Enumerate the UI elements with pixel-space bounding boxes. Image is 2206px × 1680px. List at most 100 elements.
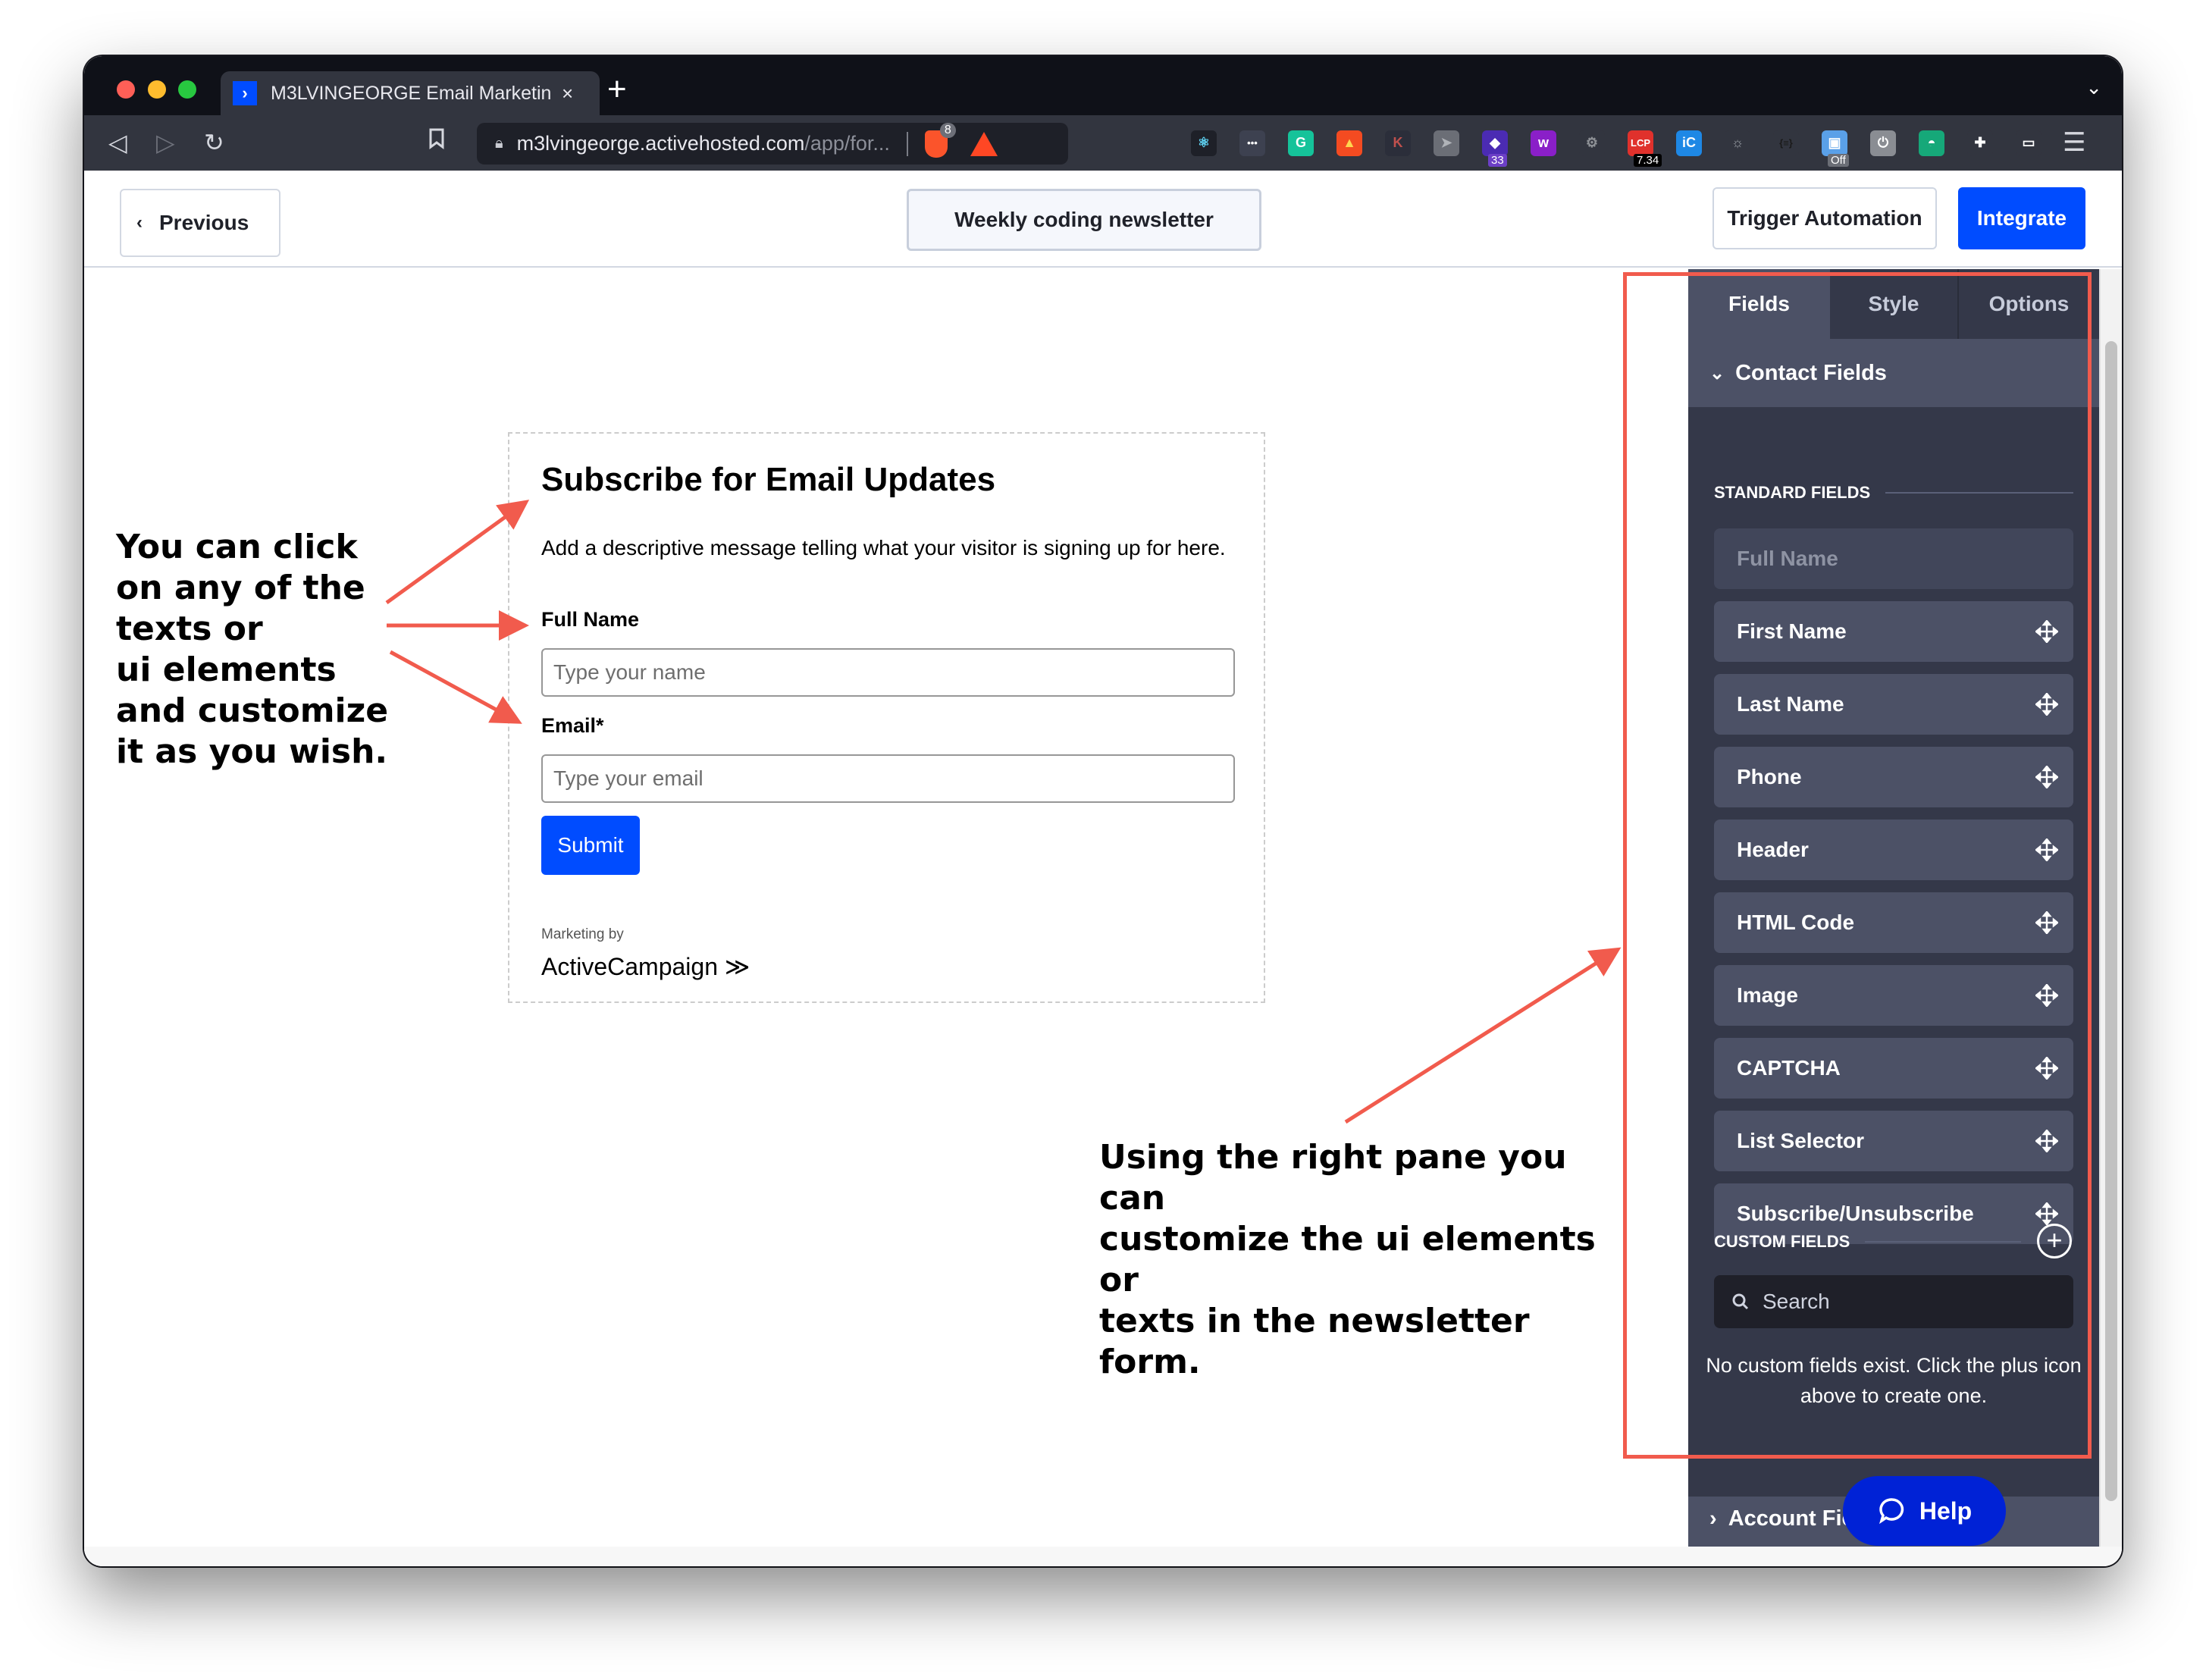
integrate-button[interactable]: Integrate bbox=[1958, 187, 2085, 249]
address-bar[interactable]: 🔒︎ m3lvingeorge.activehosted.com /app/fo… bbox=[477, 122, 1068, 165]
maximize-window-button[interactable] bbox=[178, 80, 196, 99]
right-panel: Fields Style Options ⌄ Contact Fields ST… bbox=[1688, 269, 2099, 1566]
lcp-ext-glyph: LCP bbox=[1631, 137, 1650, 149]
diamond-ext-icon[interactable]: ◆ 33 bbox=[1482, 130, 1508, 167]
new-tab-button[interactable]: + bbox=[607, 73, 627, 106]
email-input[interactable] bbox=[541, 754, 1235, 803]
reload-icon[interactable]: ↻ bbox=[204, 126, 224, 159]
ufo-ext-icon[interactable]: ◓ bbox=[1919, 130, 1944, 156]
k-extension-icon[interactable]: K bbox=[1385, 130, 1411, 156]
bookmark-icon[interactable] bbox=[428, 126, 445, 159]
annotation-line: on any of the bbox=[116, 569, 365, 607]
add-custom-field-plus-icon[interactable]: + bbox=[2037, 1224, 2072, 1258]
app-header: ‹ Previous Weekly coding newsletter Trig… bbox=[84, 171, 2122, 268]
bookmark-ext-icon[interactable]: ➤ bbox=[1434, 130, 1459, 156]
brave-shield-icon[interactable]: 8 bbox=[924, 122, 956, 158]
form-heading[interactable]: Subscribe for Email Updates bbox=[541, 461, 995, 499]
activecampaign-logo[interactable]: ActiveCampaign ≫ bbox=[541, 952, 750, 981]
standard-field-item[interactable]: HTML Code bbox=[1714, 892, 2073, 953]
browser-tab[interactable]: › M3LVINGEORGE Email Marketing × bbox=[221, 71, 600, 115]
robot-ext-icon[interactable]: ⚙ bbox=[1579, 130, 1605, 156]
power-ext-icon[interactable]: ⏻ bbox=[1870, 130, 1896, 156]
empty-custom-fields-message: No custom fields exist. Click the plus i… bbox=[1706, 1354, 2082, 1407]
trigger-automation-button[interactable]: Trigger Automation bbox=[1712, 187, 1937, 249]
drag-move-icon[interactable] bbox=[2034, 1055, 2060, 1081]
scrollbar-thumb[interactable] bbox=[2105, 341, 2117, 1501]
lighthouse-icon[interactable]: ▲ bbox=[1336, 130, 1362, 156]
standard-fields-heading: STANDARD FIELDS bbox=[1714, 483, 2073, 503]
w-extension-glyph: w bbox=[1537, 135, 1549, 150]
ic-ext-icon[interactable]: iC bbox=[1676, 130, 1702, 156]
annotation-line: ui elements bbox=[116, 650, 337, 689]
chevron-down-icon: ⌄ bbox=[1709, 362, 1725, 384]
drag-move-icon[interactable] bbox=[2034, 1201, 2060, 1227]
back-icon[interactable]: ◁ bbox=[108, 126, 127, 159]
screenshot-ext-icon[interactable]: ▣ Off bbox=[1822, 130, 1849, 167]
search-input[interactable] bbox=[1763, 1290, 2051, 1314]
standard-field-item[interactable]: Header bbox=[1714, 820, 2073, 880]
field-label: List Selector bbox=[1737, 1129, 1865, 1152]
lcp-ext-icon[interactable]: LCP 7.34 bbox=[1628, 130, 1662, 167]
sun-ext-icon[interactable]: ☼ bbox=[1725, 130, 1750, 156]
standard-field-item[interactable]: Last Name bbox=[1714, 674, 2073, 735]
annotation-line: and customize bbox=[116, 691, 389, 730]
grammarly-icon[interactable]: G bbox=[1288, 130, 1314, 156]
drag-move-icon[interactable] bbox=[2034, 837, 2060, 863]
tab-options[interactable]: Options bbox=[1959, 269, 2099, 339]
w-extension-icon[interactable]: w bbox=[1531, 130, 1556, 156]
robot-ext-glyph: ⚙ bbox=[1585, 135, 1599, 150]
drag-move-icon[interactable] bbox=[2034, 691, 2060, 717]
tab-style[interactable]: Style bbox=[1830, 269, 1959, 339]
extensions-puzzle-icon[interactable]: ✚ bbox=[1967, 130, 1993, 156]
json-ext-icon[interactable]: {≡} bbox=[1773, 130, 1799, 156]
wallet-icon[interactable]: ▭ bbox=[2016, 130, 2041, 156]
forward-icon[interactable]: ▷ bbox=[156, 126, 175, 159]
standard-field-item[interactable]: Image bbox=[1714, 965, 2073, 1026]
screenshot-ext-badge: Off bbox=[1828, 153, 1849, 167]
browser-menu-icon[interactable]: ☰ bbox=[2063, 126, 2085, 159]
standard-field-item[interactable]: Phone bbox=[1714, 747, 2073, 807]
form-description[interactable]: Add a descriptive message telling what y… bbox=[541, 536, 1226, 560]
email-label[interactable]: Email* bbox=[541, 714, 604, 738]
custom-fields-heading: CUSTOM FIELDS bbox=[1714, 1232, 2021, 1252]
chat-bubble-icon bbox=[1879, 1498, 1904, 1525]
previous-button[interactable]: ‹ Previous bbox=[120, 189, 280, 257]
drag-move-icon[interactable] bbox=[2034, 983, 2060, 1008]
extensions-row: ⚛ ••• G ▲ K ➤ ◆ 33 w ⚙ LCP 7.34 iC ☼ {≡} ▣ Off ⏻ ◓ ✚ ▭ bbox=[1191, 115, 2041, 171]
close-window-button[interactable] bbox=[117, 80, 135, 99]
standard-field-item[interactable]: First Name bbox=[1714, 601, 2073, 662]
full-name-label[interactable]: Full Name bbox=[541, 608, 639, 632]
panel-scrollbar[interactable] bbox=[2099, 269, 2122, 1547]
standard-field-item[interactable]: CAPTCHA bbox=[1714, 1038, 2073, 1099]
help-button[interactable]: Help bbox=[1843, 1476, 2006, 1546]
minimize-window-button[interactable] bbox=[148, 80, 166, 99]
lighthouse-glyph: ▲ bbox=[1343, 135, 1356, 150]
react-devtools-icon[interactable]: ⚛ bbox=[1191, 130, 1217, 156]
full-name-input[interactable] bbox=[541, 648, 1235, 697]
tab-list-chevron-icon[interactable]: ⌄ bbox=[2085, 76, 2102, 99]
panel-tabs: Fields Style Options bbox=[1688, 269, 2099, 339]
form-title-field[interactable]: Weekly coding newsletter bbox=[907, 189, 1261, 251]
contact-fields-toggle[interactable]: ⌄ Contact Fields bbox=[1688, 339, 2099, 407]
previous-label: Previous bbox=[159, 211, 249, 234]
submit-button[interactable]: Submit bbox=[541, 816, 640, 875]
tab-close-icon[interactable]: × bbox=[562, 82, 573, 105]
drag-move-icon[interactable] bbox=[2034, 764, 2060, 790]
search-icon bbox=[1732, 1293, 1749, 1310]
lock-icon: 🔒︎ bbox=[495, 135, 503, 152]
sun-ext-glyph: ☼ bbox=[1731, 135, 1744, 150]
annotation-line: customize the ui elements or bbox=[1099, 1220, 1596, 1299]
drag-move-icon[interactable] bbox=[2034, 619, 2060, 644]
drag-move-icon[interactable] bbox=[2034, 910, 2060, 936]
field-label: Image bbox=[1737, 983, 1798, 1007]
drag-move-icon[interactable] bbox=[2034, 1128, 2060, 1154]
newsletter-form[interactable]: Subscribe for Email Updates Add a descri… bbox=[508, 432, 1265, 1003]
custom-fields-search[interactable] bbox=[1714, 1275, 2073, 1328]
field-label: Phone bbox=[1737, 765, 1802, 788]
field-label: Subscribe/Unsubscribe bbox=[1737, 1202, 1974, 1225]
annotation-line: texts in the newsletter form. bbox=[1099, 1302, 1530, 1381]
password-manager-icon[interactable]: ••• bbox=[1239, 130, 1265, 156]
standard-field-item[interactable]: List Selector bbox=[1714, 1111, 2073, 1171]
tab-fields[interactable]: Fields bbox=[1688, 269, 1830, 339]
bat-rewards-icon[interactable] bbox=[970, 131, 998, 156]
